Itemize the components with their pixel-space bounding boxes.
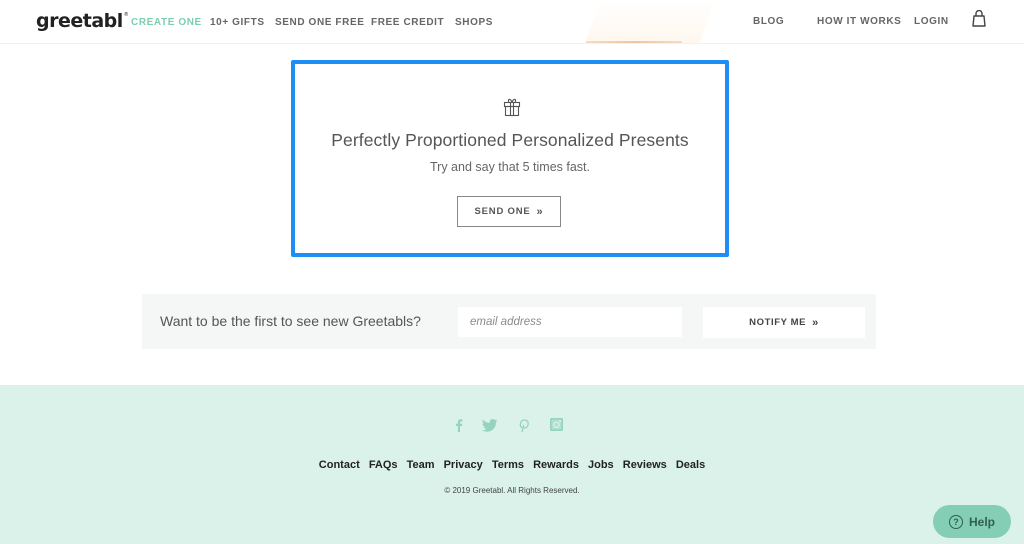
footer-link-deals[interactable]: Deals: [676, 459, 705, 471]
nav-gifts[interactable]: 10+ GIFTS: [210, 17, 265, 28]
nav-login[interactable]: LOGIN: [914, 16, 949, 27]
send-one-label: SEND ONE: [474, 206, 531, 217]
email-input[interactable]: [458, 307, 682, 337]
footer-link-contact[interactable]: Contact: [319, 459, 360, 471]
logo-trademark: ®: [123, 12, 129, 18]
notify-label: Want to be the first to see new Greetabl…: [160, 313, 421, 329]
card-title: Perfectly Proportioned Personalized Pres…: [331, 130, 689, 150]
send-one-button[interactable]: SEND ONE »: [457, 196, 561, 227]
header-decoration-line: [586, 41, 682, 43]
notify-me-button[interactable]: NOTIFY ME »: [703, 307, 865, 338]
footer-link-faqs[interactable]: FAQs: [369, 459, 398, 471]
gift-icon: [503, 98, 521, 117]
notify-bar: Want to be the first to see new Greetabl…: [142, 294, 876, 349]
footer-link-terms[interactable]: Terms: [492, 459, 524, 471]
copyright: © 2019 Greetabl. All Rights Reserved.: [444, 486, 580, 495]
footer-link-team[interactable]: Team: [407, 459, 435, 471]
nav-how-it-works[interactable]: HOW IT WORKS: [817, 16, 901, 27]
shopping-bag-icon[interactable]: [971, 10, 987, 28]
logo-text: greetabl: [36, 10, 123, 32]
chevron-right-icon: »: [536, 205, 544, 218]
logo[interactable]: greetabl®: [36, 10, 129, 32]
header-decoration: [585, 0, 715, 43]
card-subtitle: Try and say that 5 times fast.: [429, 160, 591, 174]
help-button[interactable]: ? Help: [933, 505, 1011, 538]
footer-link-privacy[interactable]: Privacy: [444, 459, 483, 471]
pinterest-icon[interactable]: [517, 418, 531, 432]
footer-links: Contact FAQs Team Privacy Terms Rewards …: [0, 459, 1024, 471]
chevron-right-icon: »: [812, 316, 819, 329]
nav-create-one[interactable]: CREATE ONE: [131, 17, 202, 28]
nav-shops[interactable]: SHOPS: [455, 17, 493, 28]
footer-link-rewards[interactable]: Rewards: [533, 459, 579, 471]
notify-me-label: NOTIFY ME: [749, 317, 807, 328]
nav-blog[interactable]: BLOG: [753, 16, 784, 27]
nav-send-one-free[interactable]: SEND ONE FREE: [275, 17, 364, 28]
facebook-icon[interactable]: [452, 418, 466, 432]
instagram-icon[interactable]: [550, 418, 563, 431]
site-footer: Contact FAQs Team Privacy Terms Rewards …: [0, 385, 1024, 544]
help-label: Help: [968, 514, 995, 529]
nav-free-credit[interactable]: FREE CREDIT: [371, 17, 444, 28]
footer-link-reviews[interactable]: Reviews: [623, 459, 667, 471]
promo-card: Perfectly Proportioned Personalized Pres…: [291, 60, 729, 257]
site-header: greetabl® CREATE ONE 10+ GIFTS SEND ONE …: [0, 0, 1024, 44]
help-question-icon: ?: [948, 514, 963, 529]
footer-link-jobs[interactable]: Jobs: [588, 459, 614, 471]
twitter-icon[interactable]: [482, 418, 498, 432]
